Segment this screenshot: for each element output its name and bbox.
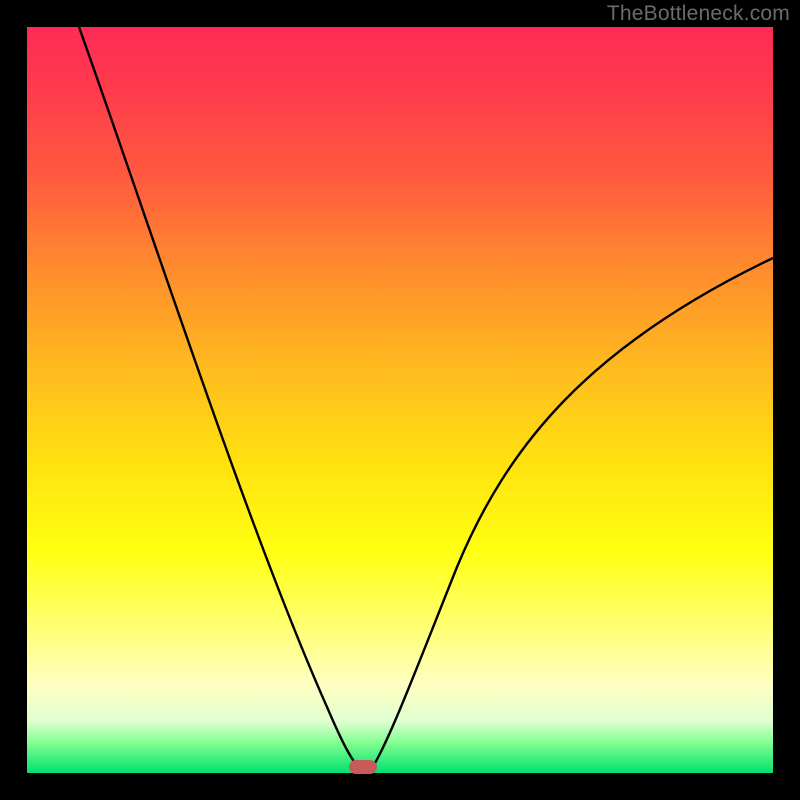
optimum-marker	[349, 760, 377, 774]
plot-area	[27, 27, 773, 773]
watermark-text: TheBottleneck.com	[607, 2, 790, 26]
bottleneck-curve	[27, 27, 773, 773]
